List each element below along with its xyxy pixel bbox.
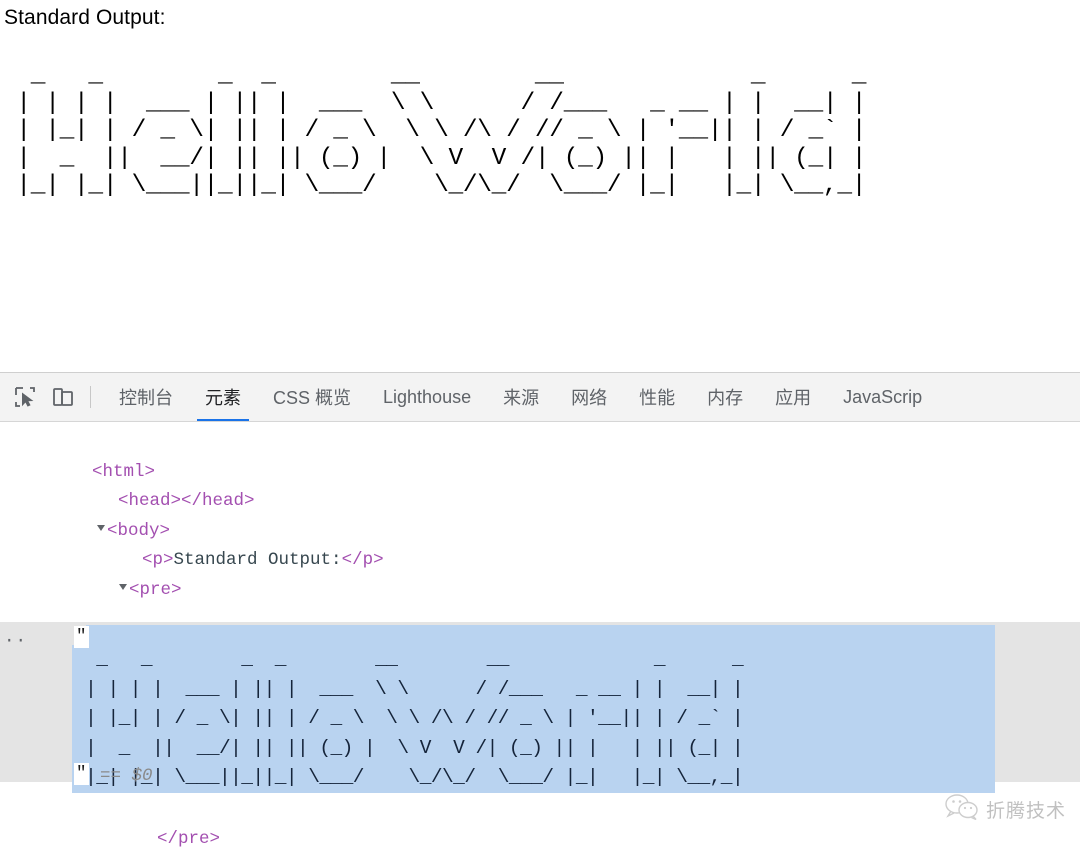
dom-row-head[interactable]: <head></head> [0, 458, 1080, 511]
tab-console[interactable]: 控制台 [103, 373, 189, 421]
dom-row-html-open[interactable]: <html> [0, 428, 1080, 482]
dom-row-pre-close[interactable]: </pre> [0, 795, 1080, 849]
ascii-art-hello-world: _ _ _ _ __ __ _ _ | | | | ___ | || | ___… [16, 62, 867, 199]
pre-text-node-row[interactable]: ·· " _ _ _ _ __ __ _ _ | | | | ___ | || … [0, 622, 1080, 793]
dom-closing-rows: </pre> </body> </html> [0, 795, 1080, 853]
tab-css-overview[interactable]: CSS 概览 [257, 373, 367, 421]
devtools-tab-bar: 控制台 元素 CSS 概览 Lighthouse 来源 网络 性能 内存 应用 … [103, 373, 1080, 421]
devtools-panel: 控制台 元素 CSS 概览 Lighthouse 来源 网络 性能 内存 应用 … [0, 372, 1080, 853]
devtools-toolbar: 控制台 元素 CSS 概览 Lighthouse 来源 网络 性能 内存 应用 … [0, 373, 1080, 422]
tab-application[interactable]: 应用 [759, 373, 827, 421]
watermark: 折腾技术 [945, 794, 1066, 825]
dom-row-p[interactable]: <p>Standard Output:</p> [0, 517, 1080, 570]
browser-viewport: Standard Output: _ _ _ _ __ __ _ _ | | |… [0, 0, 1080, 372]
device-toolbar-icon[interactable] [44, 378, 82, 416]
tab-network[interactable]: 网络 [555, 373, 623, 421]
collapse-ellipsis[interactable]: ·· [4, 627, 27, 657]
selected-node-ref: == $0 [100, 766, 153, 786]
dom-row-body-open[interactable]: <body> [0, 487, 1080, 541]
tab-performance[interactable]: 性能 [623, 373, 691, 421]
dom-tree[interactable]: <html> <head></head> <body> <p>Standard … [0, 422, 1080, 853]
quote-close-mark: " [74, 763, 89, 785]
dom-row-pre-open[interactable]: <pre> [0, 546, 1080, 600]
watermark-text: 折腾技术 [985, 801, 1066, 822]
tab-elements[interactable]: 元素 [189, 373, 257, 421]
tag-pre-open: <pre> [129, 579, 182, 600]
selected-ascii-text-node[interactable]: _ _ _ _ __ __ _ _ | | | | ___ | || | ___… [72, 645, 995, 793]
inspect-element-icon[interactable] [6, 378, 44, 416]
tab-sources[interactable]: 来源 [487, 373, 555, 421]
selection-band [86, 625, 995, 645]
toolbar-divider [90, 386, 91, 408]
tab-javascript-profiler[interactable]: JavaScrip [827, 373, 938, 421]
dom-row-body-close[interactable]: </body> [0, 825, 1080, 853]
quote-open-mark: " [74, 626, 89, 648]
wechat-icon [945, 794, 979, 825]
screenshot-root: Standard Output: _ _ _ _ __ __ _ _ | | |… [0, 0, 1080, 853]
tab-memory[interactable]: 内存 [691, 373, 759, 421]
chevron-expanded-pre-icon[interactable] [119, 583, 128, 590]
tab-lighthouse[interactable]: Lighthouse [367, 373, 487, 421]
standard-output-label: Standard Output: [4, 6, 166, 29]
